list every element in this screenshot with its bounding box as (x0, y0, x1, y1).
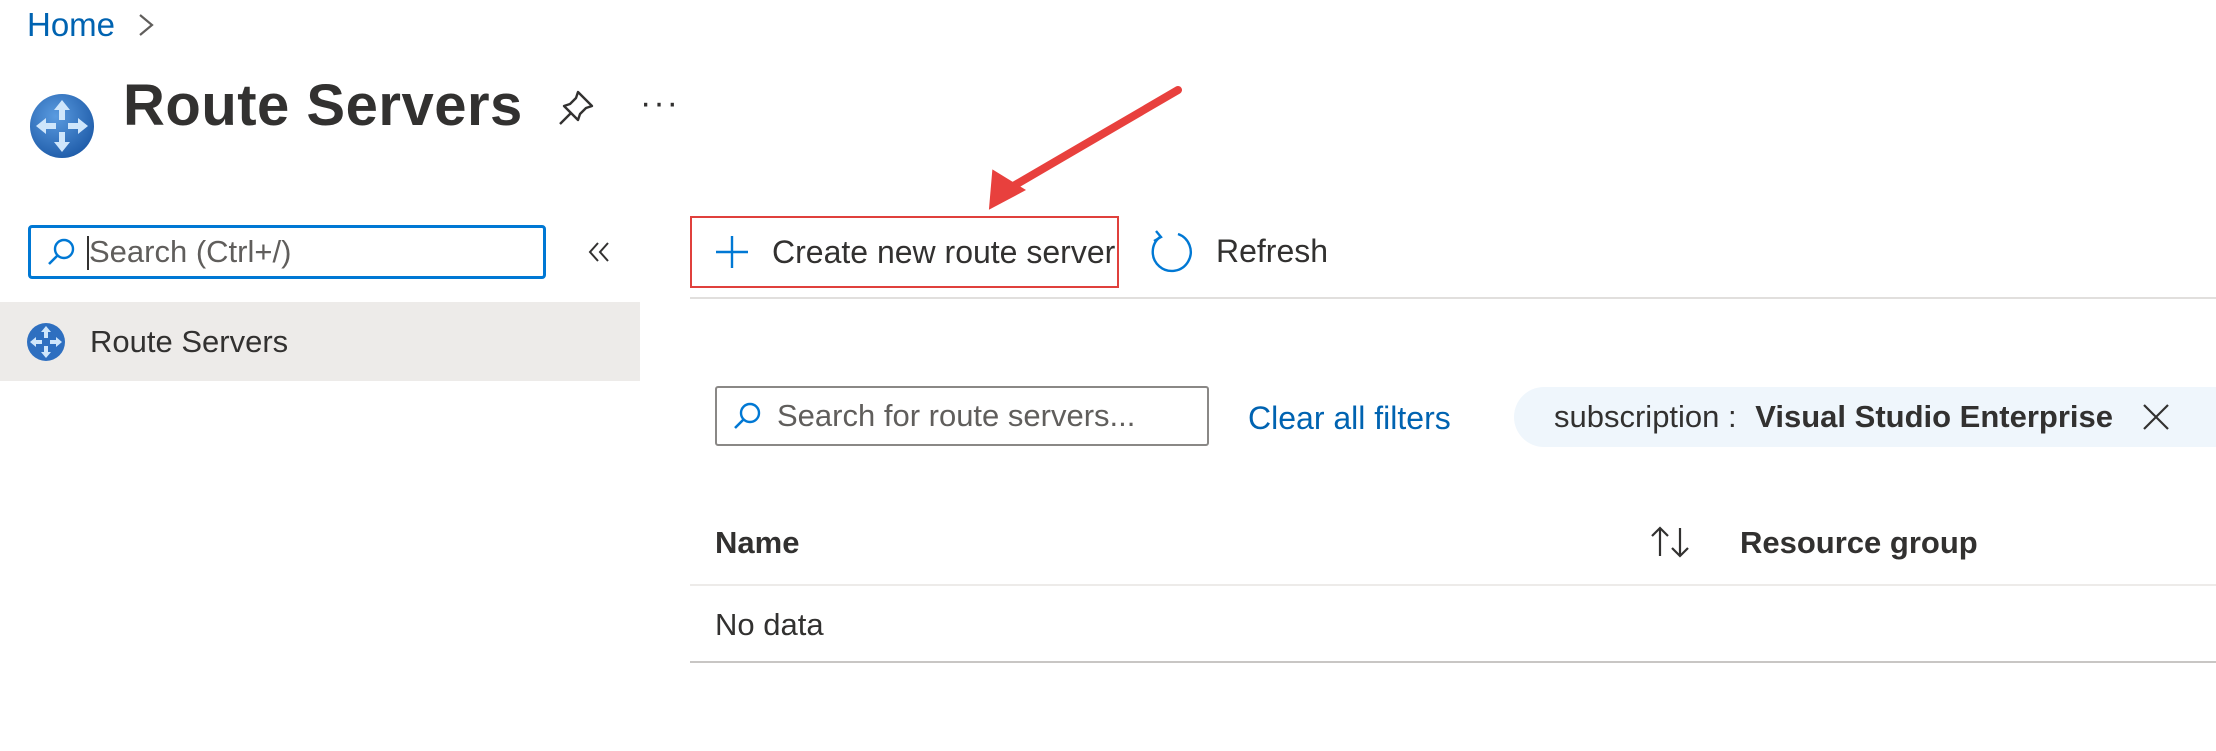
table-empty-text: No data (715, 607, 824, 642)
refresh-icon (1151, 230, 1192, 273)
more-icon[interactable]: ··· (640, 84, 680, 123)
close-icon[interactable] (2141, 402, 2171, 432)
route-servers-search-placeholder: Search for route servers... (777, 398, 1136, 433)
breadcrumb-home-link[interactable]: Home (27, 6, 115, 44)
search-icon (734, 402, 761, 429)
table-bottom-divider (690, 661, 2216, 663)
column-header-name[interactable]: Name (715, 525, 799, 561)
subscription-filter-pill[interactable]: subscription : Visual Studio Enterprise (1514, 387, 2216, 447)
breadcrumb: Home (27, 6, 155, 44)
resource-menu-search-placeholder: Search (Ctrl+/) (87, 234, 292, 270)
refresh-button[interactable]: Refresh (1148, 228, 1328, 274)
annotation-arrow (988, 86, 1182, 210)
plus-icon (716, 236, 748, 268)
route-server-icon (30, 94, 94, 158)
column-header-resource-group[interactable]: Resource group (1740, 525, 1978, 561)
table-header-divider (690, 584, 2216, 586)
create-button-label: Create new route server (772, 233, 1116, 270)
refresh-button-label: Refresh (1216, 232, 1329, 269)
create-route-server-button[interactable]: Create new route server (690, 216, 1119, 288)
route-servers-search-input[interactable]: Search for route servers... (715, 386, 1209, 446)
route-servers-blade: Home Route Servers ··· Search (Ctrl+/) R… (0, 0, 2216, 751)
sidebar-item-label: Route Servers (90, 323, 289, 359)
clear-all-filters-link[interactable]: Clear all filters (1248, 400, 1451, 437)
page-title: Route Servers (123, 73, 523, 138)
chevron-right-icon (139, 14, 154, 36)
text-caret (87, 236, 89, 270)
search-icon (48, 238, 75, 265)
sort-icon[interactable] (1648, 524, 1694, 560)
filter-pill-key: subscription : (1554, 399, 1746, 434)
route-server-icon (27, 322, 65, 361)
filter-pill-value: Visual Studio Enterprise (1755, 399, 2114, 434)
resource-menu-search-input[interactable]: Search (Ctrl+/) (28, 225, 546, 279)
double-chevron-left-icon[interactable] (586, 238, 614, 266)
pin-icon[interactable] (556, 88, 596, 128)
toolbar-divider (690, 297, 2216, 299)
sidebar-item-route-servers[interactable]: Route Servers (0, 302, 640, 381)
